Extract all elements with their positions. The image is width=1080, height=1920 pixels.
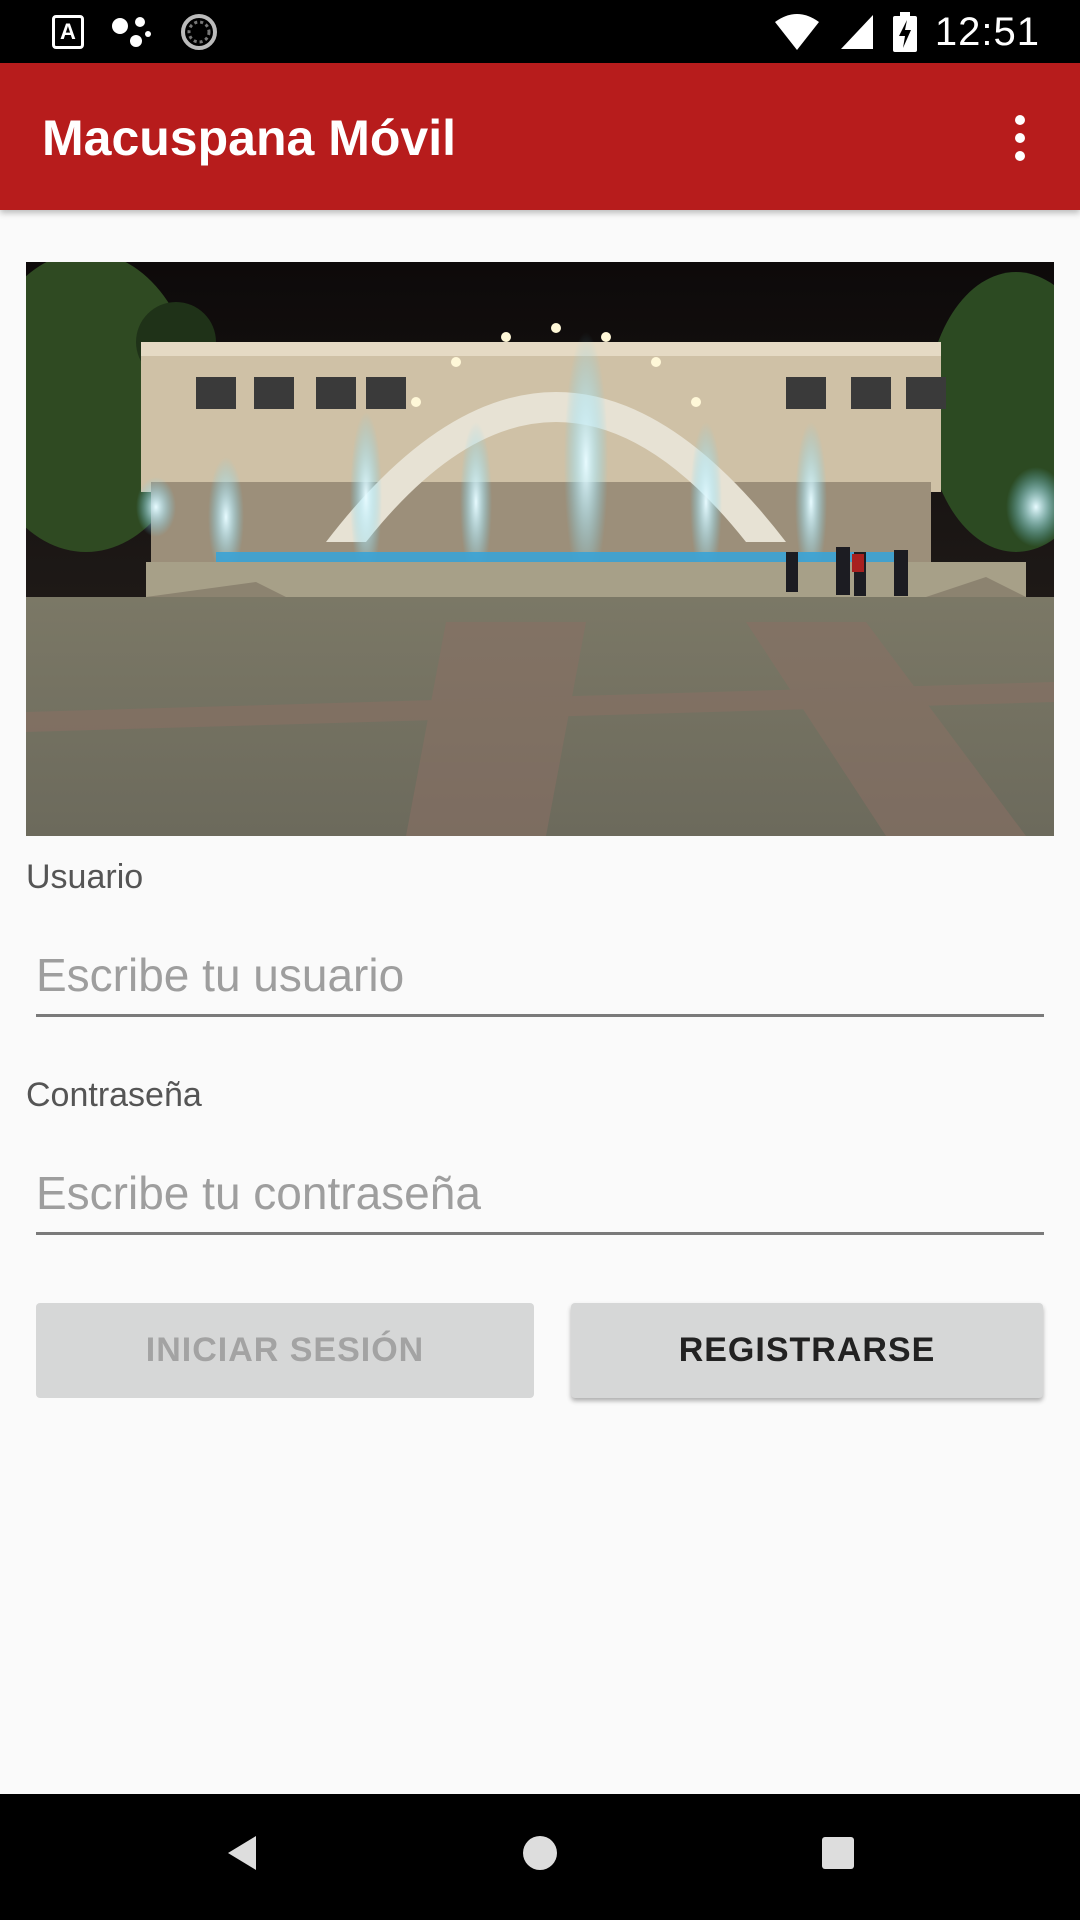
system-icons: 12:51 bbox=[773, 6, 1040, 58]
a-icon: A bbox=[52, 15, 84, 49]
navigation-bar bbox=[0, 1794, 1080, 1920]
wifi-icon bbox=[774, 14, 819, 50]
login-button[interactable]: INICIAR SESIÓN bbox=[36, 1303, 534, 1398]
user-input[interactable] bbox=[36, 935, 1044, 1017]
home-icon[interactable] bbox=[523, 1836, 557, 1870]
status-time: 12:51 bbox=[934, 9, 1040, 54]
app-bar: Macuspana Móvil bbox=[0, 63, 1080, 210]
notification-icons: A bbox=[52, 12, 218, 52]
app-title: Macuspana Móvil bbox=[42, 110, 456, 166]
battery-charging-icon bbox=[892, 12, 917, 52]
register-button[interactable]: REGISTRARSE bbox=[571, 1303, 1043, 1398]
plaza-photo bbox=[26, 262, 1054, 836]
signal-icon bbox=[840, 15, 873, 49]
status-bar: A 12:51 bbox=[0, 0, 1080, 63]
recents-icon[interactable] bbox=[822, 1837, 854, 1869]
assistant-icon bbox=[112, 17, 151, 47]
back-icon[interactable] bbox=[226, 1834, 258, 1872]
sync-icon bbox=[181, 14, 217, 50]
app-screen: A 12:51 Macuspana Móvil Usuario Escribe … bbox=[0, 0, 1080, 1920]
more-vert-icon[interactable] bbox=[990, 103, 1050, 173]
password-input[interactable] bbox=[36, 1153, 1044, 1235]
password-label: Contraseña bbox=[26, 1076, 202, 1114]
user-label: Usuario bbox=[26, 858, 144, 896]
